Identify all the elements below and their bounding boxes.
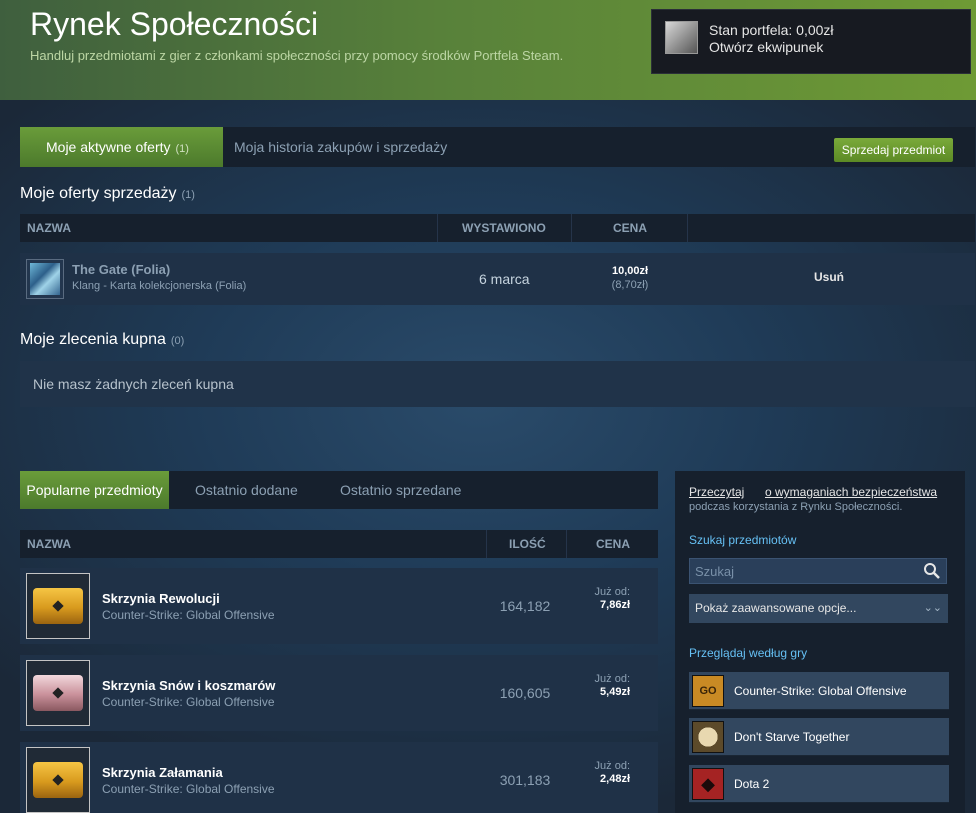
tab-active-listings-count: (1) [175,143,189,155]
game-name: Counter-Strike: Global Offensive [734,684,907,698]
col-name: NAZWA [27,537,71,551]
col-price: CENA [613,221,648,235]
listings-count: (1) [181,189,195,201]
price-from-label: Już od: [594,760,630,772]
item-quantity: 164,182 [499,598,551,614]
weapon-case-icon[interactable] [26,747,90,813]
column-divider [687,214,688,242]
game-item-dst[interactable]: Don't Starve Together [689,718,949,756]
item-name[interactable]: Skrzynia Załamania [102,765,223,780]
remove-listing-button[interactable]: Usuń [814,270,844,284]
security-requirements-link[interactable]: o wymaganiach bezpieczeństwa [765,485,937,499]
col-price: CENA [596,537,631,551]
buy-orders-heading: Moje zlecenia kupna (0) [20,331,184,349]
open-inventory-link[interactable]: Otwórz ekwipunek [709,39,823,55]
buy-orders-count: (0) [170,335,185,347]
search-input[interactable] [690,559,918,583]
advanced-options-button[interactable]: Pokaż zaawansowane opcje... ⌄⌄ [689,594,948,623]
dst-icon [692,721,724,753]
tab-history[interactable]: Moja historia zakupów i sprzedaży [234,127,447,167]
avatar[interactable] [665,21,698,54]
listings-heading: Moje oferty sprzedaży (1) [20,185,195,203]
read-link[interactable]: Przeczytaj [689,485,744,499]
item-name[interactable]: Skrzynia Rewolucji [102,591,220,606]
item-quantity: 301,183 [499,772,551,788]
search-icon[interactable] [923,562,941,580]
listing-item-name[interactable]: The Gate (Folia) [72,262,170,277]
my-listings-tabbar: Moje aktywne oferty (1) Moja historia zak… [20,127,975,167]
listing-price-net: (8,70zł) [611,279,649,291]
listing-price: 10,00zł [611,265,649,277]
col-qty: ILOŚĆ [509,537,546,551]
tab-popular-items[interactable]: Popularne przedmioty [20,471,169,509]
page-title: Rynek Społeczności [30,6,319,42]
dota-icon: ◆ [692,768,724,800]
item-name[interactable]: Skrzynia Snów i koszmarów [102,678,275,693]
market-sidebar: Przeczytaj o wymaganiach bezpieczeństwa … [675,471,965,813]
advanced-options-label: Pokaż zaawansowane opcje... [695,601,857,615]
item-price: 7,86zł [600,599,630,611]
double-chevron-down-icon: ⌄⌄ [923,602,942,614]
col-name: NAZWA [27,221,71,235]
browse-by-game-label: Przeglądaj według gry [689,646,808,660]
popular-tabbar: Popularne przedmioty Ostatnio dodane Ost… [20,471,658,509]
game-name: Don't Starve Together [734,730,850,744]
column-divider [566,530,567,558]
weapon-case-icon[interactable] [26,660,90,726]
item-game: Counter-Strike: Global Offensive [102,608,275,622]
sell-item-button[interactable]: Sprzedaj przedmiot [834,138,953,162]
game-item-dota2[interactable]: ◆ Dota 2 [689,765,949,803]
tab-active-listings-label: Moje aktywne oferty [46,139,171,155]
popular-table-header: NAZWA ILOŚĆ CENA [20,530,658,558]
list-item[interactable]: Skrzynia Snów i koszmarów Counter-Strike… [20,655,658,731]
column-divider [486,530,487,558]
col-listed: WYSTAWIONO [462,221,546,235]
search-box [689,558,947,584]
list-item[interactable]: Skrzynia Załamania Counter-Strike: Globa… [20,742,658,813]
buy-orders-empty: Nie masz żadnych zleceń kupna [20,361,975,407]
search-label: Szukaj przedmiotów [689,533,797,547]
tab-recently-sold[interactable]: Ostatnio sprzedane [340,471,461,509]
buy-orders-title: Moje zlecenia kupna [20,331,166,348]
cs-go-icon: GO [692,675,724,707]
item-game: Counter-Strike: Global Offensive [102,695,275,709]
tab-recently-listed[interactable]: Ostatnio dodane [195,471,298,509]
column-divider [437,214,438,242]
listing-item-game: Klang - Karta kolekcjonerska (Folia) [72,280,247,292]
tab-active-listings[interactable]: Moje aktywne oferty (1) [20,127,223,167]
listings-title: Moje oferty sprzedaży [20,185,177,202]
price-from-label: Już od: [594,673,630,685]
list-item[interactable]: Skrzynia Rewolucji Counter-Strike: Globa… [20,568,658,644]
item-price: 5,49zł [600,686,630,698]
item-price: 2,48zł [600,773,630,785]
weapon-case-icon[interactable] [26,573,90,639]
listing-row[interactable]: The Gate (Folia) Klang - Karta kolekcjon… [20,253,975,305]
wallet-balance: Stan portfela: 0,00zł [709,22,834,38]
wallet-panel: Stan portfela: 0,00zł Otwórz ekwipunek [651,9,971,74]
page-subtitle: Handluj przedmiotami z gier z członkami … [30,48,564,63]
game-item-csgo[interactable]: GO Counter-Strike: Global Offensive [689,672,949,710]
game-name: Dota 2 [734,777,770,791]
item-quantity: 160,605 [499,685,551,701]
price-from-label: Już od: [594,586,630,598]
listing-date: 6 marca [479,271,530,287]
column-divider [571,214,572,242]
listings-table-header: NAZWA WYSTAWIONO CENA [20,214,975,242]
item-game: Counter-Strike: Global Offensive [102,782,275,796]
security-note: podczas korzystania z Rynku Społeczności… [689,501,903,513]
trading-card-icon[interactable] [26,259,64,299]
